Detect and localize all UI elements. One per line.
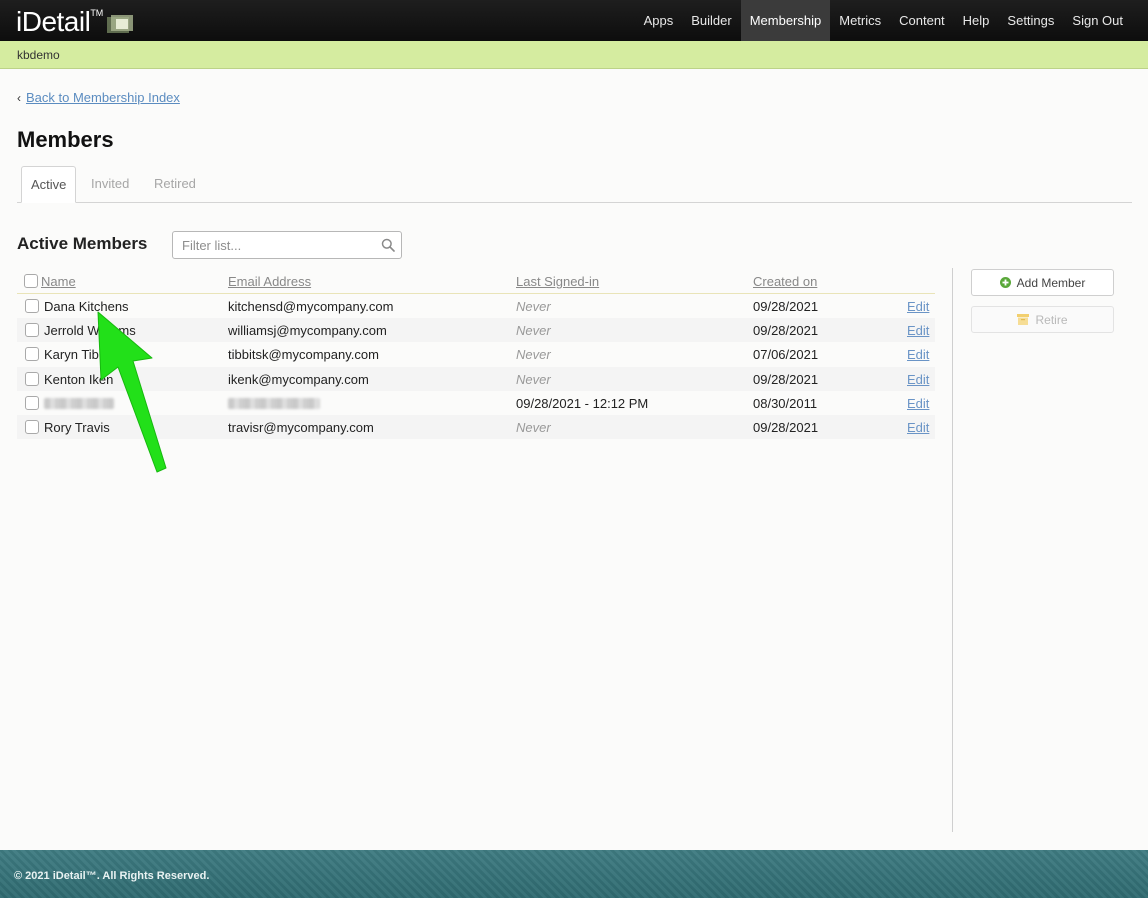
row-checkbox[interactable]	[25, 371, 39, 386]
column-email[interactable]: Email Address	[228, 274, 311, 289]
archive-icon	[1017, 314, 1030, 325]
filter-box	[172, 231, 402, 259]
column-name[interactable]: Name	[41, 274, 76, 289]
column-last-signed-in[interactable]: Last Signed-in	[516, 274, 599, 289]
member-last-signed-in: 09/28/2021 - 12:12 PM	[516, 395, 649, 411]
table-header: Name Email Address Last Signed-in Create…	[17, 270, 935, 294]
edit-link[interactable]: Edit	[907, 347, 929, 362]
member-last-signed-in: Never	[516, 347, 551, 363]
redacted-name	[44, 397, 114, 409]
edit-link[interactable]: Edit	[907, 323, 929, 338]
nav-apps[interactable]: Apps	[635, 0, 683, 41]
logo-mark-icon	[105, 13, 135, 35]
member-created-on: 09/28/2021	[753, 299, 819, 314]
select-all-checkbox[interactable]	[24, 274, 38, 288]
row-checkbox[interactable]	[25, 347, 39, 362]
page-title: Members	[17, 127, 114, 152]
filter-input[interactable]	[173, 232, 368, 258]
retire-button[interactable]: Retire	[971, 306, 1114, 333]
row-checkbox[interactable]	[25, 299, 39, 313]
member-email: ikenk@mycompany.com	[228, 371, 369, 387]
member-created-on: 08/30/2011	[753, 395, 818, 411]
nav-sign-out[interactable]: Sign Out	[1063, 0, 1132, 41]
add-member-button[interactable]: Add Member	[971, 269, 1114, 296]
main-nav: Apps Builder Membership Metrics Content …	[635, 0, 1132, 41]
row-checkbox[interactable]	[25, 395, 39, 410]
sidebar-divider	[952, 268, 953, 832]
add-member-label: Add Member	[1016, 275, 1086, 290]
member-last-signed-in: Never	[516, 419, 551, 435]
member-created-on: 09/28/2021	[753, 371, 819, 387]
row-checkbox[interactable]	[25, 419, 39, 434]
back-to-membership-index: ‹ Back to Membership Index	[17, 90, 180, 105]
edit-link[interactable]: Edit	[907, 372, 929, 387]
member-last-signed-in: Never	[516, 371, 551, 387]
nav-help[interactable]: Help	[954, 0, 999, 41]
table-row[interactable]: Rory Travis travisr@mycompany.com Never …	[17, 414, 935, 440]
logo-text: iDetail	[16, 6, 91, 37]
retire-label: Retire	[1035, 312, 1068, 327]
nav-metrics[interactable]: Metrics	[830, 0, 890, 41]
top-navbar: iDetail TM Apps Builder Membership Metri…	[0, 0, 1148, 41]
member-email: kitchensd@mycompany.com	[228, 299, 394, 314]
row-checkbox[interactable]	[25, 323, 39, 338]
member-email: tibbitsk@mycompany.com	[228, 347, 379, 363]
back-link[interactable]: Back to Membership Index	[26, 90, 180, 105]
member-name: Rory Travis	[44, 419, 110, 435]
org-name: kbdemo	[17, 48, 60, 62]
tab-active[interactable]: Active	[21, 166, 77, 203]
table-row[interactable]: Dana Kitchens kitchensd@mycompany.com Ne…	[17, 294, 935, 318]
footer: © 2021 iDetail™. All Rights Reserved.	[0, 850, 1148, 898]
table-row[interactable]: Kenton Iken ikenk@mycompany.com Never 09…	[17, 366, 935, 391]
member-name: Karyn Tibbits	[44, 347, 120, 363]
nav-content[interactable]: Content	[890, 0, 954, 41]
member-name: Dana Kitchens	[44, 299, 129, 314]
member-tabs: Active Invited Retired	[17, 166, 1132, 203]
tab-retired[interactable]: Retired	[154, 166, 196, 203]
nav-settings[interactable]: Settings	[998, 0, 1063, 41]
member-last-signed-in: Never	[516, 299, 551, 314]
column-created-on[interactable]: Created on	[753, 274, 817, 289]
nav-membership[interactable]: Membership	[740, 0, 831, 41]
idetail-logo[interactable]: iDetail TM	[16, 6, 135, 36]
redacted-email	[228, 397, 320, 409]
member-email: williamsj@mycompany.com	[228, 323, 387, 339]
table-row[interactable]: Karyn Tibbits tibbitsk@mycompany.com Nev…	[17, 342, 935, 366]
nav-builder[interactable]: Builder	[682, 0, 740, 41]
logo-trademark: TM	[90, 8, 104, 18]
section-title: Active Members	[17, 234, 148, 253]
member-created-on: 07/06/2021	[753, 347, 819, 363]
member-created-on: 09/28/2021	[753, 419, 819, 435]
table-row[interactable]: Jerrold Williams williamsj@mycompany.com…	[17, 318, 935, 343]
chevron-left-icon: ‹	[17, 90, 21, 105]
member-last-signed-in: Never	[516, 323, 551, 339]
member-created-on: 09/28/2021	[753, 323, 819, 339]
edit-link[interactable]: Edit	[907, 299, 929, 314]
table-row[interactable]: 09/28/2021 - 12:12 PM 08/30/2011 Edit	[17, 391, 935, 415]
edit-link[interactable]: Edit	[907, 420, 929, 435]
edit-link[interactable]: Edit	[907, 396, 929, 411]
green-arrow-icon	[97, 311, 167, 473]
members-table: Name Email Address Last Signed-in Create…	[17, 270, 935, 440]
member-name: Kenton Iken	[44, 371, 114, 387]
plus-circle-icon	[999, 277, 1011, 288]
org-bar: kbdemo	[0, 41, 1148, 69]
copyright-text: © 2021 iDetail™. All Rights Reserved.	[14, 870, 210, 882]
member-email: travisr@mycompany.com	[228, 419, 374, 435]
search-icon[interactable]	[381, 238, 395, 252]
member-name: Jerrold Williams	[44, 323, 136, 339]
tab-invited[interactable]: Invited	[91, 166, 129, 203]
